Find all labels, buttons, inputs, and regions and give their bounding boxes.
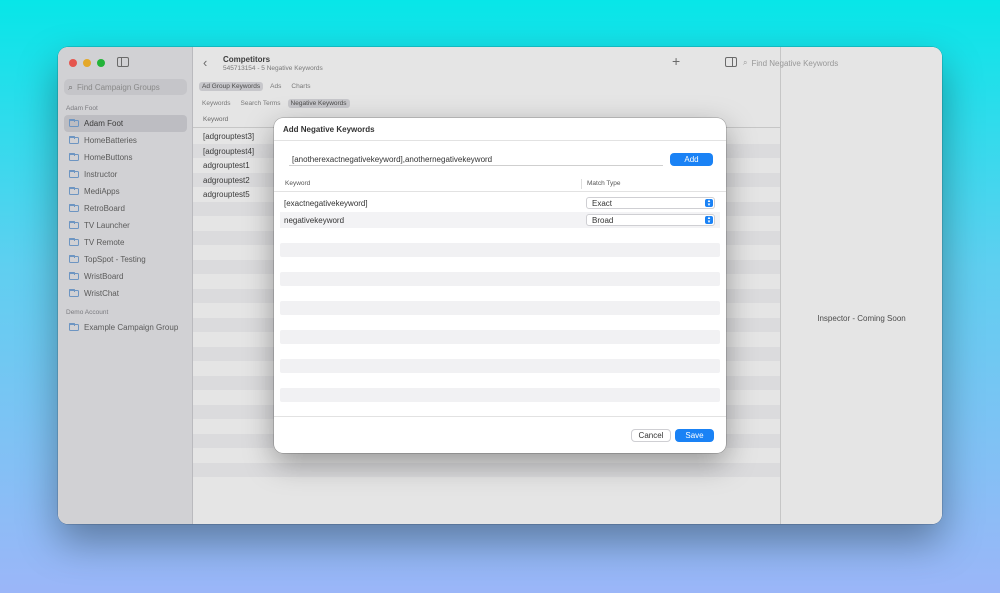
empty-table-row <box>280 388 720 402</box>
negative-keywords-input[interactable] <box>289 153 663 166</box>
dialog-footer-divider <box>274 416 726 417</box>
dialog-table-row[interactable]: [exactnegativekeyword] Exact ▴ ▾ <box>280 195 720 211</box>
dialog-table-header: Keyword Match Type <box>274 176 726 192</box>
keyword-cell: negativekeyword <box>284 216 345 225</box>
empty-table-row <box>280 243 720 257</box>
add-negative-keywords-dialog: Add Negative Keywords Add Keyword Match … <box>274 118 726 453</box>
match-type-select[interactable]: Exact ▴ ▾ <box>586 197 715 209</box>
empty-table-row <box>280 330 720 344</box>
empty-table-row <box>280 301 720 315</box>
column-header-match-type[interactable]: Match Type <box>587 180 620 187</box>
chevron-updown-icon: ▴ ▾ <box>705 216 713 225</box>
column-header-keyword[interactable]: Keyword <box>285 180 310 187</box>
chevron-updown-icon: ▴ ▾ <box>705 199 713 208</box>
add-button[interactable]: Add <box>670 153 713 166</box>
empty-table-row <box>280 359 720 373</box>
empty-table-row <box>280 272 720 286</box>
save-button[interactable]: Save <box>675 429 714 442</box>
dialog-title: Add Negative Keywords <box>274 118 726 141</box>
match-type-select[interactable]: Broad ▴ ▾ <box>586 214 715 226</box>
keyword-cell: [exactnegativekeyword] <box>284 199 368 208</box>
cancel-button[interactable]: Cancel <box>631 429 671 442</box>
column-divider <box>581 179 582 189</box>
dialog-table-row[interactable]: negativekeyword Broad ▴ ▾ <box>280 212 720 228</box>
